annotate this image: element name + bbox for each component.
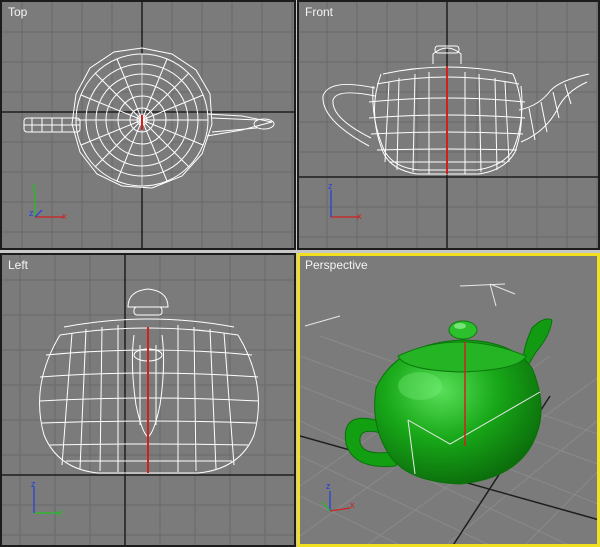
- axis-tripod-icon: [33, 487, 60, 514]
- viewport-gizmo-lines: [304, 283, 516, 327]
- viewport-label-top: Top: [8, 5, 28, 19]
- axis-z-label: z: [31, 479, 36, 489]
- viewport-front[interactable]: Front x z: [297, 0, 600, 250]
- viewport-perspective-canvas[interactable]: [300, 256, 600, 547]
- axis-y-label: y: [32, 181, 37, 191]
- viewport-left-canvas[interactable]: [2, 255, 296, 547]
- axis-z-label: z: [326, 481, 331, 491]
- axis-tripod-icon: [330, 190, 359, 218]
- axis-y-label: y: [58, 507, 63, 517]
- viewport-label-left: Left: [8, 258, 29, 272]
- teapot-wireframe-front[interactable]: [322, 45, 590, 175]
- viewport-left[interactable]: Left y z: [0, 253, 296, 547]
- viewport-label-perspective: Perspective: [305, 258, 368, 272]
- viewport-label-front: Front: [305, 5, 334, 19]
- axis-tripod-icon: [34, 190, 64, 218]
- viewport-front-canvas[interactable]: [299, 2, 600, 250]
- viewport-top[interactable]: Top x y z: [0, 0, 296, 250]
- viewport-top-canvas[interactable]: [2, 2, 296, 250]
- teapot-shaded-perspective[interactable]: [344, 318, 553, 485]
- axis-x-label: x: [357, 211, 362, 221]
- axis-x-label: x: [350, 500, 355, 510]
- grid: [299, 2, 598, 248]
- grid: [2, 2, 294, 248]
- axis-tripod-icon: [321, 491, 351, 512]
- axis-z-label: z: [29, 208, 34, 218]
- axis-x-label: x: [62, 211, 67, 221]
- teapot-wireframe-top[interactable]: [23, 47, 275, 189]
- axis-z-label: z: [328, 181, 333, 191]
- viewport-perspective[interactable]: Perspective x z: [297, 253, 600, 547]
